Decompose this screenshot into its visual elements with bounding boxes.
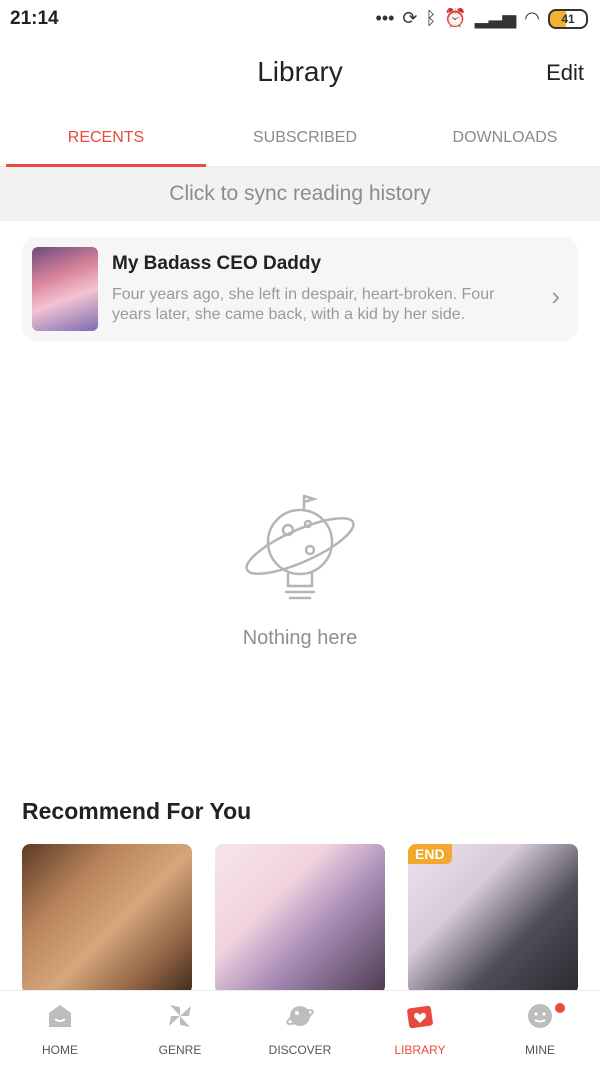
mine-icon bbox=[528, 1004, 552, 1028]
library-tabs: RECENTS SUBSCRIBED DOWNLOADS bbox=[0, 110, 600, 167]
tab-recents[interactable]: RECENTS bbox=[6, 110, 206, 166]
nav-mine[interactable]: MINE bbox=[480, 991, 600, 1068]
nav-library-label: LIBRARY bbox=[394, 1043, 446, 1057]
chevron-right-icon: › bbox=[551, 281, 560, 311]
planet-bulb-icon bbox=[245, 494, 355, 600]
wifi-icon: ◠ bbox=[524, 8, 540, 28]
nav-library[interactable]: LIBRARY bbox=[360, 991, 480, 1068]
nav-home[interactable]: HOME bbox=[0, 991, 120, 1068]
header: Library Edit bbox=[0, 40, 600, 108]
nav-discover-label: DISCOVER bbox=[268, 1043, 332, 1057]
recommend-heading: Recommend For You bbox=[22, 798, 252, 824]
nav-genre[interactable]: GENRE bbox=[120, 991, 240, 1068]
nav-home-label: HOME bbox=[42, 1043, 78, 1057]
alarm-icon: ⏰ bbox=[444, 8, 467, 28]
nav-mine-label: MINE bbox=[525, 1043, 555, 1057]
page-title: Library bbox=[257, 56, 343, 87]
status-time: 21:14 bbox=[10, 8, 59, 29]
bottom-nav: HOME GENRE DISCOVER LIBRARY MINE bbox=[0, 990, 600, 1068]
recommended-comic-1[interactable] bbox=[22, 844, 192, 994]
tab-downloads[interactable]: DOWNLOADS bbox=[405, 110, 600, 166]
recommended-comic-3[interactable]: END bbox=[408, 844, 578, 994]
nav-genre-label: GENRE bbox=[158, 1043, 202, 1057]
home-icon bbox=[49, 1005, 71, 1027]
sync-icon: ⟳ bbox=[402, 8, 418, 28]
status-bar: 21:14 ••• ⟳ ᛒ ⏰ ▂▃▅ ◠ 41 bbox=[0, 0, 600, 40]
status-icons: ••• ⟳ ᛒ ⏰ ▂▃▅ ◠ 41 bbox=[376, 8, 588, 29]
nav-discover[interactable]: DISCOVER bbox=[240, 991, 360, 1068]
end-badge: END bbox=[408, 844, 452, 864]
more-notifications-icon: ••• bbox=[375, 8, 395, 28]
comic-title: My Badass CEO Daddy bbox=[112, 253, 322, 274]
battery-icon: 41 bbox=[548, 8, 588, 29]
library-icon bbox=[407, 1005, 433, 1029]
empty-state-text: Nothing here bbox=[242, 627, 358, 649]
comic-cover bbox=[32, 247, 98, 331]
comic-description: Four years ago, she left in despair, hea… bbox=[112, 286, 495, 323]
recommended-comic-2[interactable] bbox=[215, 844, 385, 994]
discover-icon bbox=[286, 1006, 314, 1026]
bluetooth-icon: ᛒ bbox=[425, 8, 437, 28]
tab-subscribed[interactable]: SUBSCRIBED bbox=[205, 110, 405, 166]
edit-button[interactable]: Edit bbox=[546, 60, 584, 86]
signal-icon: ▂▃▅ bbox=[474, 8, 517, 28]
sync-history-button[interactable]: Click to sync reading history bbox=[0, 167, 600, 221]
notification-dot bbox=[553, 1001, 567, 1015]
genre-icon bbox=[169, 1005, 191, 1027]
recent-comic-card[interactable]: My Badass CEO Daddy Four years ago, she … bbox=[22, 237, 578, 341]
